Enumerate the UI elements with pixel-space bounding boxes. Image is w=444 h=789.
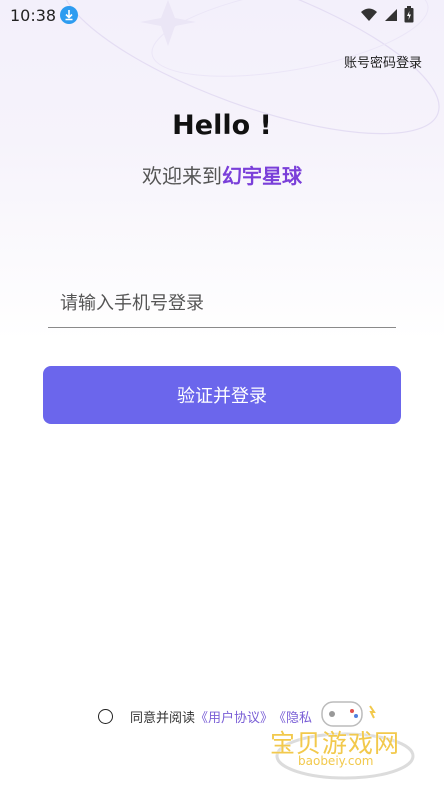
phone-field: [48, 280, 396, 328]
watermark: 宝贝游戏网 baobeiy.com: [270, 696, 420, 782]
download-icon: [60, 6, 78, 24]
password-login-link[interactable]: 账号密码登录: [344, 52, 422, 71]
phone-input[interactable]: [48, 280, 396, 327]
hello-heading: Hello !: [172, 110, 272, 141]
battery-icon: [404, 6, 414, 27]
welcome-prefix: 欢迎来到: [142, 164, 222, 188]
watermark-url: baobeiy.com: [298, 754, 374, 768]
wifi-icon: [360, 7, 378, 26]
signal-icon: [384, 7, 398, 26]
brand-name: 幻宇星球: [222, 164, 302, 188]
status-bar: 10:38: [0, 0, 444, 30]
agree-prefix: 同意并阅读: [130, 711, 196, 726]
welcome-text: 欢迎来到幻宇星球: [0, 160, 444, 189]
user-agreement-link[interactable]: 《用户协议》: [195, 707, 273, 726]
agree-radio[interactable]: [98, 709, 113, 724]
status-time: 10:38: [10, 6, 57, 25]
verify-login-button[interactable]: 验证并登录: [43, 366, 401, 424]
